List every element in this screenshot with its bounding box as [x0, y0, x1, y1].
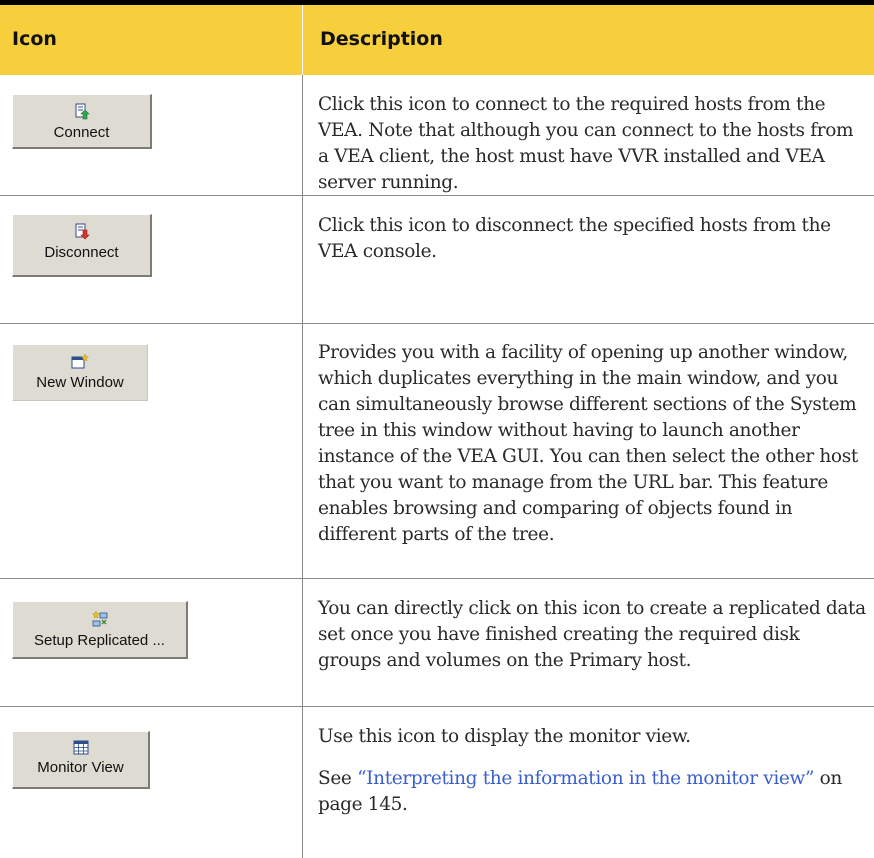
table-row: Disconnect Click this icon to disconnect… [0, 196, 874, 324]
setup-replicated-icon [91, 610, 107, 627]
header-column-divider [302, 5, 303, 75]
cross-reference-link[interactable]: “Interpreting the information in the mon… [357, 768, 814, 789]
connect-button-label: Connect [53, 124, 110, 141]
new-window-button[interactable]: New Window [12, 344, 148, 401]
cross-reference: See “Interpreting the information in the… [318, 766, 866, 818]
monitor-view-icon [73, 740, 88, 755]
disconnect-icon [75, 223, 90, 240]
setup-replicated-button[interactable]: Setup Replicated ... [12, 601, 188, 659]
table-header: Icon Description [0, 5, 874, 75]
new-window-button-label: New Window [36, 374, 124, 391]
table-row: Setup Replicated ... You can directly cl… [0, 579, 874, 707]
header-icon-column: Icon [12, 28, 57, 50]
connect-button[interactable]: Connect [12, 94, 152, 149]
see-prefix: See [318, 768, 358, 789]
table-row: Connect Click this icon to connect to th… [0, 75, 874, 196]
connect-icon [75, 103, 90, 120]
table-row: New Window Provides you with a facility … [0, 324, 874, 579]
new-window-icon [71, 353, 89, 369]
new-window-description: Provides you with a facility of opening … [318, 342, 858, 545]
monitor-view-text: Use this icon to display the monitor vie… [318, 726, 691, 747]
table-row: Monitor View Use this icon to display th… [0, 707, 874, 858]
monitor-view-button[interactable]: Monitor View [12, 731, 150, 789]
disconnect-button[interactable]: Disconnect [12, 214, 152, 277]
monitor-view-description: Use this icon to display the monitor vie… [318, 724, 866, 834]
connect-description: Click this icon to connect to the requir… [318, 94, 854, 193]
setup-replicated-button-label: Setup Replicated ... [34, 632, 165, 649]
icon-description-table: Icon Description Connect Click this icon… [0, 0, 874, 858]
disconnect-description: Click this icon to disconnect the specif… [318, 215, 831, 262]
header-description-column: Description [320, 28, 443, 50]
disconnect-button-label: Disconnect [44, 244, 119, 261]
monitor-view-button-label: Monitor View [37, 759, 124, 776]
setup-replicated-description: You can directly click on this icon to c… [318, 598, 866, 671]
